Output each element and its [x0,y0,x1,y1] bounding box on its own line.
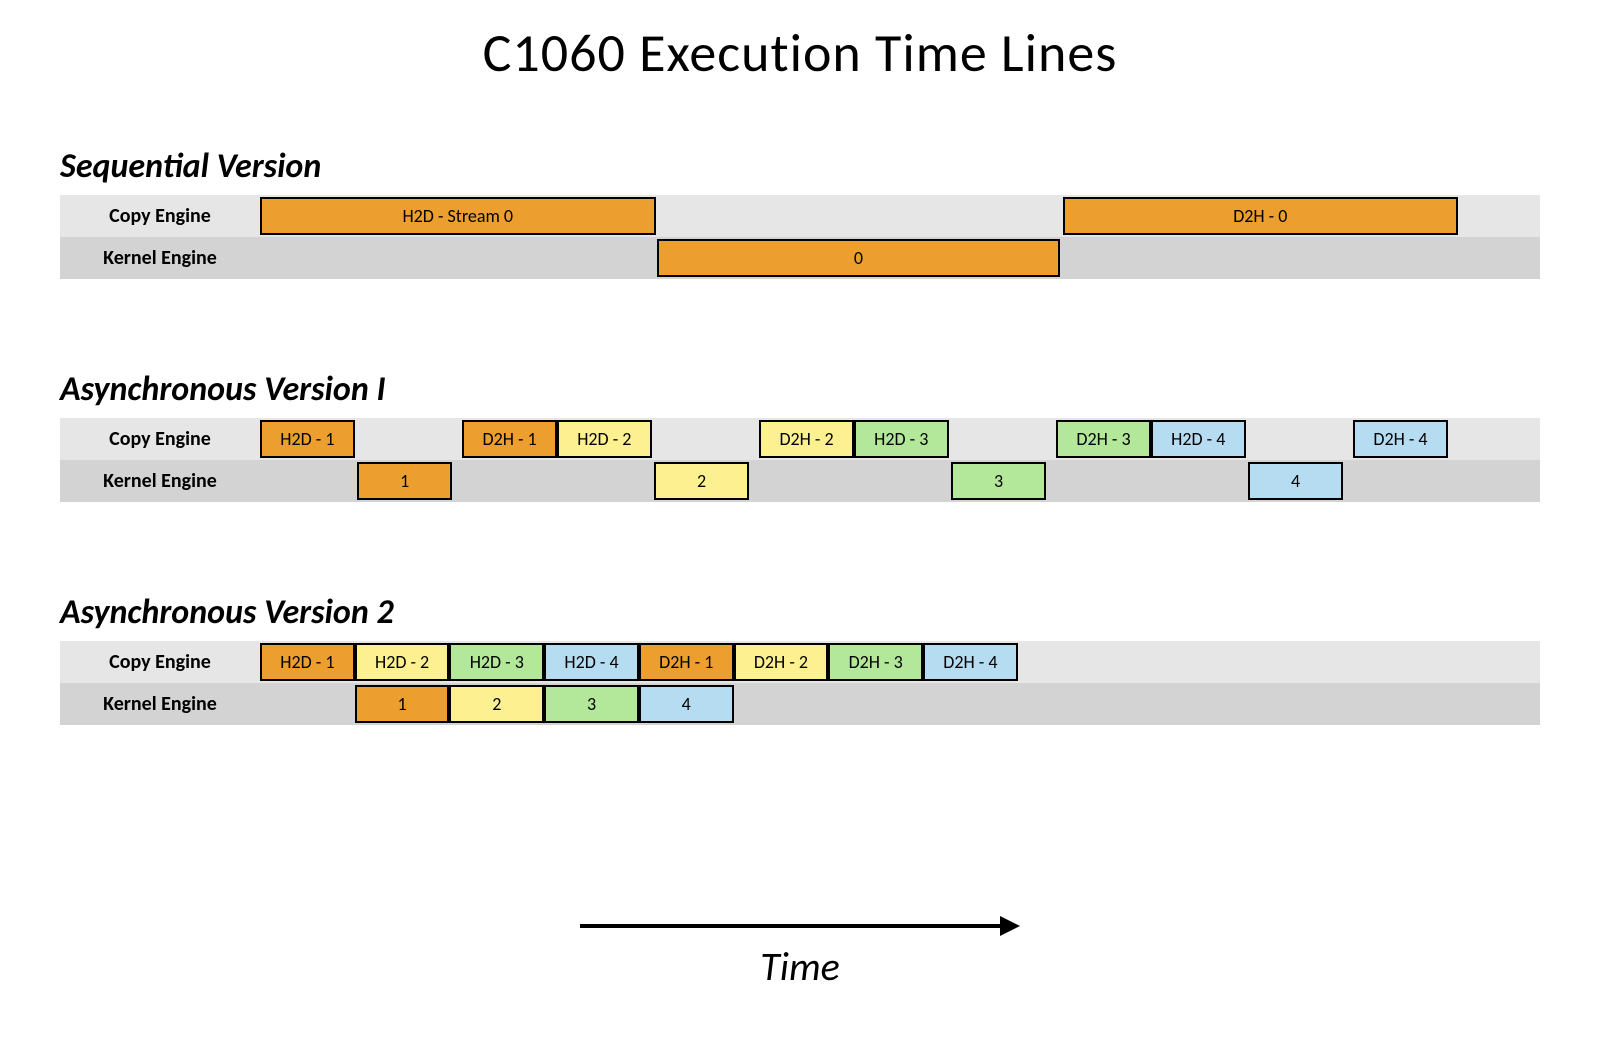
timeline-block: 2 [449,685,544,723]
lane-kernel: Kernel Engine 0 [60,237,1540,279]
lane-label-copy: Copy Engine [60,418,260,460]
lane-kernel: Kernel Engine 1 2 3 4 [60,460,1540,502]
timeline-block: H2D - 4 [544,643,639,681]
lane-track-kernel: 1234 [260,683,1540,725]
page-title: C1060 Execution Time Lines [60,0,1540,86]
timeline-block: 0 [657,239,1060,277]
timeline-block: H2D - 2 [355,643,450,681]
timeline-block: D2H - 2 [734,643,829,681]
timeline-block: 4 [639,685,734,723]
timeline-block: D2H - 3 [1056,420,1151,458]
lane-label-copy: Copy Engine [60,641,260,683]
lane-copy: Copy Engine H2D - 1H2D - 2H2D - 3H2D - 4… [60,641,1540,683]
lane-label-kernel: Kernel Engine [60,237,260,279]
timeline-block: D2H - 4 [1353,420,1448,458]
timeline-block: 3 [951,462,1046,500]
lane-label-copy: Copy Engine [60,195,260,237]
timeline-block: D2H - 1 [639,643,734,681]
lane-kernel: Kernel Engine 1234 [60,683,1540,725]
timeline-block: H2D - 1 [260,643,355,681]
lane-track-kernel: 1 2 3 4 [260,460,1540,502]
timeline-block: H2D - Stream 0 [260,197,656,235]
timeline-block: 1 [357,462,452,500]
timeline-block: 1 [355,685,450,723]
section-title-async2: Asynchronous Version 2 [60,592,1540,633]
timeline-block: D2H - 2 [759,420,854,458]
timeline-block: H2D - 2 [557,420,652,458]
timeline-block: 3 [544,685,639,723]
timeline-block: H2D - 4 [1151,420,1246,458]
timeline-block: D2H - 1 [462,420,557,458]
time-axis: Time [0,914,1600,991]
section-async1: Asynchronous Version I Copy Engine H2D -… [60,369,1540,502]
lane-track-kernel: 0 [260,237,1540,279]
timeline-block: 2 [654,462,749,500]
timeline-block: 4 [1248,462,1343,500]
section-title-async1: Asynchronous Version I [60,369,1540,410]
timeline-block: H2D - 1 [260,420,355,458]
time-axis-label: Time [0,942,1600,991]
lane-copy: Copy Engine H2D - Stream 0 D2H - 0 [60,195,1540,237]
timeline-block: D2H - 3 [828,643,923,681]
timeline-block: D2H - 4 [923,643,1018,681]
timeline-async2: Copy Engine H2D - 1H2D - 2H2D - 3H2D - 4… [60,641,1540,725]
lane-label-kernel: Kernel Engine [60,683,260,725]
timeline-block: D2H - 0 [1063,197,1459,235]
section-async2: Asynchronous Version 2 Copy Engine H2D -… [60,592,1540,725]
timeline-async1: Copy Engine H2D - 1 D2H - 1H2D - 2 D2H - 2… [60,418,1540,502]
arrow-right-icon [580,914,1020,938]
timeline-block: H2D - 3 [854,420,949,458]
lane-track-copy: H2D - 1H2D - 2H2D - 3H2D - 4D2H - 1D2H -… [260,641,1540,683]
timeline-block: H2D - 3 [449,643,544,681]
timeline-sequential: Copy Engine H2D - Stream 0 D2H - 0 Kernel… [60,195,1540,279]
lane-label-kernel: Kernel Engine [60,460,260,502]
section-title-sequential: Sequential Version [60,146,1540,187]
lane-copy: Copy Engine H2D - 1 D2H - 1H2D - 2 D2H - 2… [60,418,1540,460]
lane-track-copy: H2D - 1 D2H - 1H2D - 2 D2H - 2H2D - 3 D2H -… [260,418,1540,460]
lane-track-copy: H2D - Stream 0 D2H - 0 [260,195,1540,237]
section-sequential: Sequential Version Copy Engine H2D - Str… [60,146,1540,279]
